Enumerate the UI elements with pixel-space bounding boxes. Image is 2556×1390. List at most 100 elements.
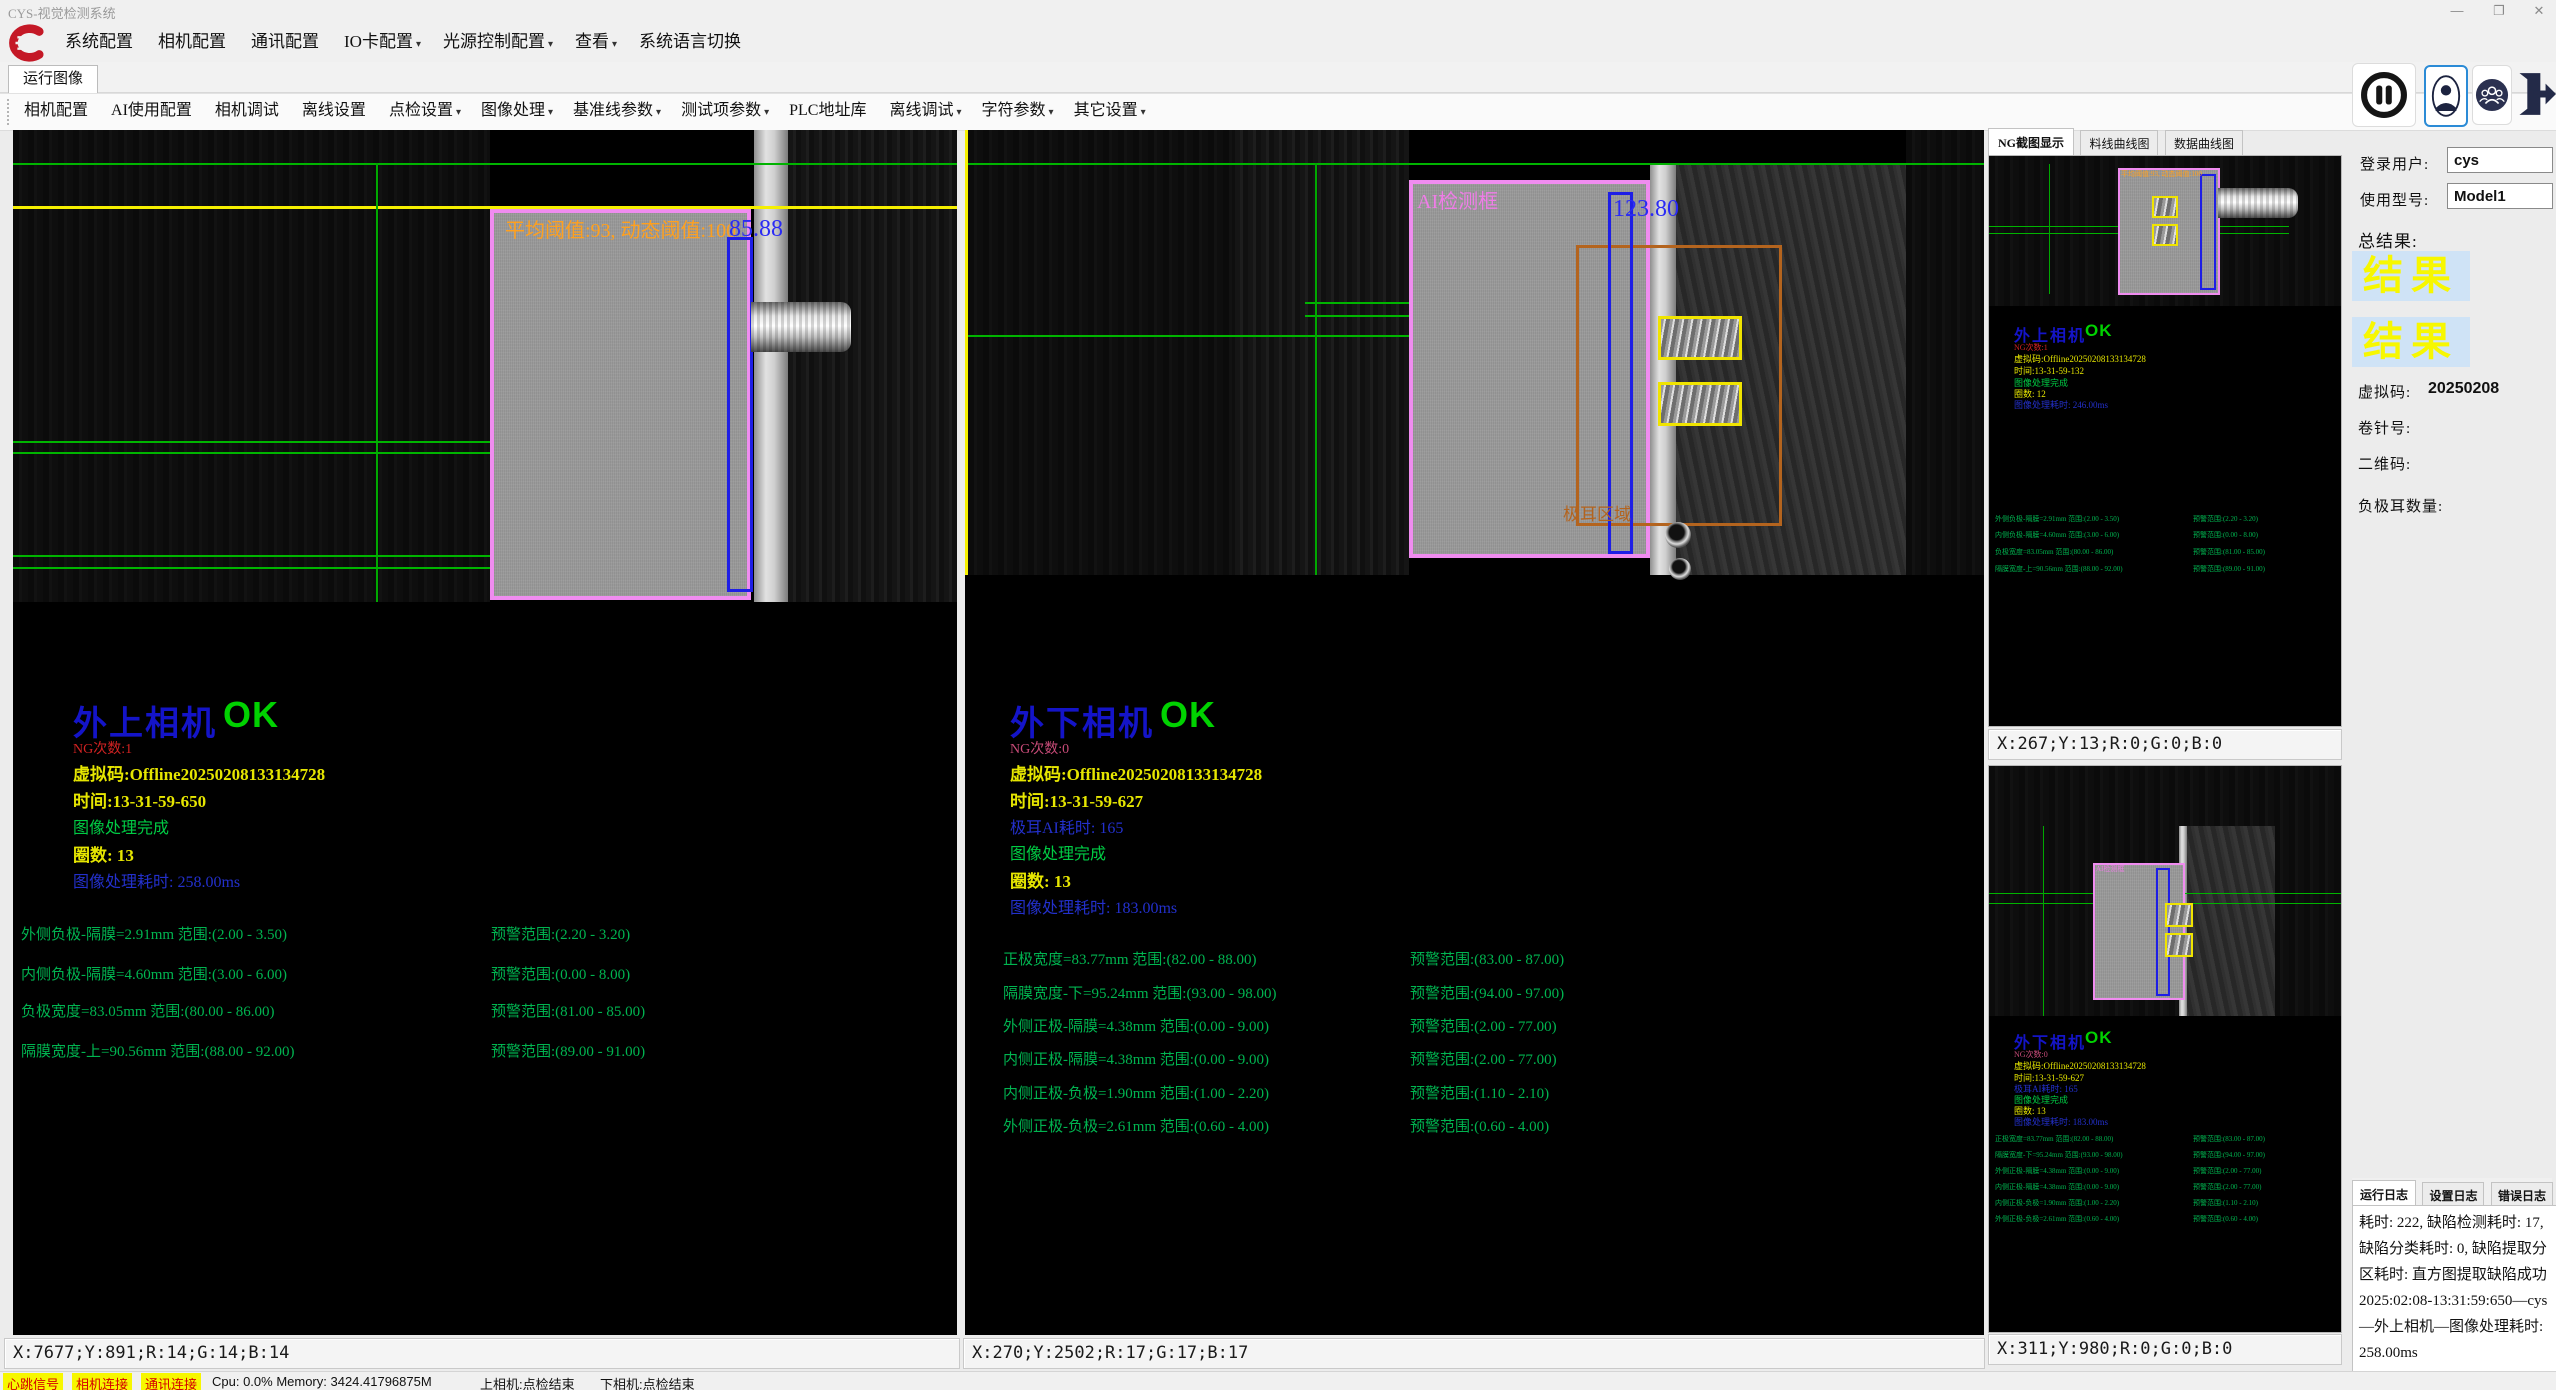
app-window: CYS-视觉检测系统 — ❐ ✕ 系统配置 相机配置 通讯配置 IO卡配置▾ 光…	[0, 0, 2556, 1390]
current-user-button[interactable]	[2424, 65, 2468, 127]
tool-offline-setting[interactable]: 离线设置	[302, 94, 369, 130]
menu-language-switch[interactable]: 系统语言切换	[639, 22, 744, 65]
ai-detect-box	[2093, 863, 2185, 1000]
measurement-row: 外侧正极-隔膜=4.38mm 范围:(0.00 - 9.00)	[1003, 1015, 1269, 1036]
metal-pin	[2218, 188, 2298, 218]
view-tab-row: 运行图像	[0, 62, 2556, 93]
measurement-row: 外侧正极-负极=2.61mm 范围:(0.60 - 4.00)	[1003, 1115, 1269, 1136]
measurement-row: 内侧正极-负极=1.90mm 范围:(1.00 - 2.20)	[1995, 1198, 2119, 1208]
measurement-row: 内侧正极-隔膜=4.38mm 范围:(0.00 - 9.00)	[1003, 1048, 1269, 1069]
upper-camera-check-status: 上相机:点检结束	[480, 1374, 575, 1390]
toolbar: 相机配置 AI使用配置 相机调试 离线设置 点检设置▾ 图像处理▾ 基准线参数▾…	[0, 93, 2556, 131]
overlay-green-line	[13, 163, 957, 165]
ng-thumbnail-upper[interactable]: 平均阈值:93, 动态阈值:100 外上相机 OK NG次数:1 虚拟码:Off…	[1988, 155, 2342, 727]
warn-range: 预警范围:(83.00 - 87.00)	[2193, 1134, 2265, 1144]
measurement-row: 隔膜宽度-上=90.56mm 范围:(88.00 - 92.00)	[21, 1040, 294, 1061]
tool-plc-address[interactable]: PLC地址库	[789, 94, 869, 130]
process-done: 图像处理完成	[73, 814, 169, 838]
tool-testitem-params[interactable]: 测试项参数▾	[681, 94, 769, 130]
virtual-code: 虚拟码:Offline20250208133134728	[73, 760, 325, 785]
qr-code-label: 二维码:	[2358, 453, 2411, 474]
process-elapsed: 图像处理耗时: 246.00ms	[2014, 398, 2108, 411]
warn-range: 预警范围:(0.60 - 4.00)	[1410, 1115, 1549, 1136]
comm-link-indicator: 通讯连接	[141, 1373, 201, 1390]
measurement-row: 隔膜宽度-上=90.56mm 范围:(88.00 - 92.00)	[1995, 564, 2123, 574]
roi-pink-box	[490, 209, 751, 600]
menu-bar: 系统配置 相机配置 通讯配置 IO卡配置▾ 光源控制配置▾ 查看▾ 系统语言切换	[0, 22, 2556, 62]
menu-items: 系统配置 相机配置 通讯配置 IO卡配置▾ 光源控制配置▾ 查看▾ 系统语言切换	[56, 22, 753, 65]
tool-spotcheck-setting[interactable]: 点检设置▾	[389, 94, 461, 130]
menu-comm-config[interactable]: 通讯配置	[251, 22, 322, 65]
warn-range: 预警范围:(2.20 - 3.20)	[2193, 514, 2258, 524]
sidebar-tabs: NG截图显示 料线曲线图 数据曲线图	[1988, 128, 2245, 154]
machine-edge-strip	[754, 130, 788, 602]
warn-range: 预警范围:(2.00 - 77.00)	[1410, 1048, 1557, 1069]
user-icon	[2430, 72, 2462, 120]
tool-camera-config[interactable]: 相机配置	[24, 94, 91, 130]
tab-data-curve[interactable]: 数据曲线图	[2165, 130, 2243, 156]
pause-button[interactable]	[2352, 63, 2416, 127]
users-group-button[interactable]	[2472, 65, 2512, 125]
ng-thumbnail-lower[interactable]: AI检测框 外下相机 OK NG次数:0 虚拟码:Offline20250208…	[1988, 765, 2342, 1333]
machine-texture	[1906, 130, 1984, 575]
menu-camera-config[interactable]: 相机配置	[158, 22, 229, 65]
loop-count: 圈数: 13	[73, 841, 134, 866]
overlay-yellow-line	[13, 206, 957, 209]
login-user-input[interactable]	[2447, 147, 2553, 173]
lower-cursor-status: X:270;Y:2502;R:17;G:17;B:17	[963, 1338, 1985, 1369]
tool-offline-debug[interactable]: 离线调试▾	[889, 94, 961, 130]
total-result-label: 总结果:	[2358, 227, 2418, 252]
tab-detect-box	[1658, 316, 1742, 360]
log-tabs: 运行日志 设置日志 错误日志	[2352, 1180, 2555, 1208]
roll-needle-label: 卷针号:	[2358, 417, 2411, 438]
menu-io-config[interactable]: IO卡配置▾	[344, 22, 421, 65]
menu-view[interactable]: 查看▾	[575, 22, 617, 65]
tab-run-log[interactable]: 运行日志	[2352, 1180, 2416, 1208]
tool-baseline-params[interactable]: 基准线参数▾	[573, 94, 661, 130]
tool-ai-use-config[interactable]: AI使用配置	[111, 94, 195, 130]
ng-thumb-lower-status: X:311;Y:980;R:0;G:0;B:0	[1988, 1334, 2342, 1365]
warn-range: 预警范围:(94.00 - 97.00)	[2193, 1150, 2265, 1160]
warn-range: 预警范围:(0.00 - 8.00)	[491, 963, 630, 984]
tool-other-settings[interactable]: 其它设置▾	[1074, 94, 1146, 130]
warn-range: 预警范围:(2.00 - 77.00)	[2193, 1182, 2261, 1192]
maximize-button[interactable]: ❐	[2482, 1, 2516, 21]
logout-button[interactable]	[2516, 65, 2556, 123]
measurement-row: 外侧正极-负极=2.61mm 范围:(0.60 - 4.00)	[1995, 1214, 2119, 1224]
tool-image-process[interactable]: 图像处理▾	[481, 94, 553, 130]
result-box-lower: 结果	[2352, 317, 2470, 367]
ng-thumb-upper-status: X:267;Y:13;R:0;G:0;B:0	[1988, 729, 2342, 760]
warn-range: 预警范围:(81.00 - 85.00)	[2193, 547, 2265, 557]
warn-range: 预警范围:(2.00 - 77.00)	[2193, 1166, 2261, 1176]
machine-texture	[1235, 130, 1409, 575]
tab-material-curve[interactable]: 料线曲线图	[2080, 130, 2158, 156]
menu-system-config[interactable]: 系统配置	[65, 22, 136, 65]
loop-count: 圈数: 13	[1010, 867, 1071, 892]
minimize-button[interactable]: —	[2440, 1, 2474, 21]
measure-value-text: 85.88	[729, 216, 783, 243]
lower-camera-view: AI检测框 123.80 极耳区域 外下相机 OK NG次数:0 虚拟码:Off…	[965, 130, 1984, 1335]
measurement-row: 内侧正极-隔膜=4.38mm 范围:(0.00 - 9.00)	[1995, 1182, 2119, 1192]
toolbar-grip	[7, 99, 13, 125]
virtual-code-label: 虚拟码:	[2358, 381, 2411, 402]
capture-time: 时间:13-31-59-650	[73, 787, 206, 812]
close-button[interactable]: ✕	[2522, 1, 2556, 21]
measurement-row: 内侧负极-隔膜=4.60mm 范围:(3.00 - 6.00)	[1995, 530, 2119, 540]
tab-run-image[interactable]: 运行图像	[8, 65, 98, 93]
measurement-row: 隔膜宽度-下=95.24mm 范围:(93.00 - 98.00)	[1995, 1150, 2123, 1160]
log-content[interactable]: 耗时: 222, 缺陷检测耗时: 17, 缺陷分类耗时: 0, 缺陷提取分区耗时…	[2352, 1205, 2556, 1390]
measurement-row: 隔膜宽度-下=95.24mm 范围:(93.00 - 98.00)	[1003, 982, 1276, 1003]
menu-light-config[interactable]: 光源控制配置▾	[443, 22, 553, 65]
warn-range: 预警范围:(83.00 - 87.00)	[1410, 948, 1564, 969]
tool-camera-debug[interactable]: 相机调试	[215, 94, 282, 130]
tab-ng-screenshot[interactable]: NG截图显示	[1988, 128, 2074, 156]
camera-link-indicator: 相机连接	[72, 1373, 132, 1390]
overlay-green-vline	[2049, 164, 2050, 294]
measurement-row: 外侧负极-隔膜=2.91mm 范围:(2.00 - 3.50)	[21, 923, 287, 944]
tool-char-params[interactable]: 字符参数▾	[982, 94, 1054, 130]
camera-ok-status: OK	[1160, 694, 1216, 736]
measurement-row: 内侧负极-隔膜=4.60mm 范围:(3.00 - 6.00)	[21, 963, 287, 984]
warn-range: 预警范围:(1.10 - 2.10)	[1410, 1082, 1549, 1103]
model-input[interactable]	[2447, 183, 2553, 209]
metal-pin	[751, 302, 851, 352]
